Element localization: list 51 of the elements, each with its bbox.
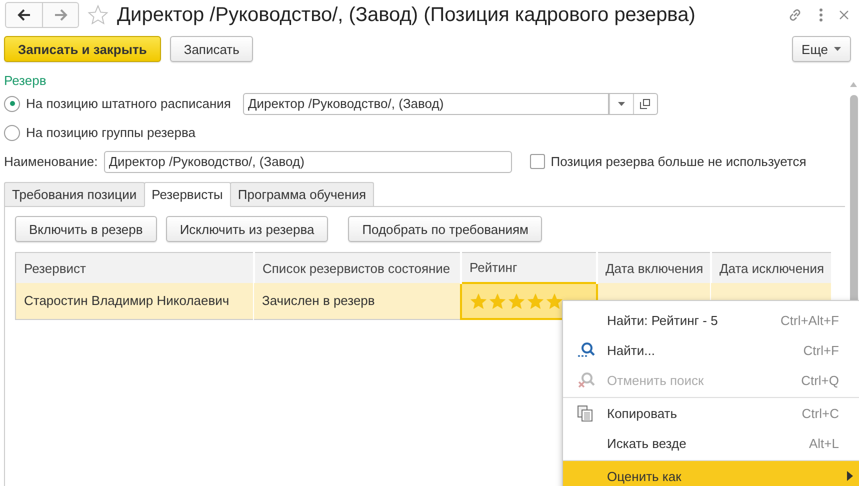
link-icon[interactable] <box>787 7 803 23</box>
search-icon <box>577 342 595 358</box>
panel-button[interactable]: Включить в резерв <box>15 216 157 242</box>
column-header[interactable]: Рейтинг <box>460 252 596 283</box>
dropdown-icon[interactable] <box>618 102 625 106</box>
position-field[interactable]: Директор /Руководство/, (Завод) <box>242 92 609 114</box>
panel-button[interactable]: Подобрать по требованиям <box>348 216 542 242</box>
cancel-search-icon <box>577 372 595 388</box>
radio-label[interactable]: На позицию штатного расписания <box>26 96 231 111</box>
tab[interactable]: Программа обучения <box>230 182 374 207</box>
menu-item[interactable]: Искать везде Alt+L <box>563 428 859 458</box>
star-icon <box>488 292 506 310</box>
tab[interactable]: Требования позиции <box>4 182 145 207</box>
more-button[interactable]: Еще <box>792 36 851 62</box>
scroll-up-icon[interactable] <box>850 82 857 87</box>
radio-button[interactable] <box>4 96 20 112</box>
column-header[interactable]: Список резервистов состояние <box>254 252 460 283</box>
checkbox[interactable] <box>530 154 545 169</box>
panel-button[interactable]: Исключить из резерва <box>166 216 328 242</box>
menu-item[interactable]: Оценить как <box>563 460 859 486</box>
window-title: Директор /Руководство/, (Завод) (Позиция кадрового резерва) <box>117 4 696 26</box>
back-arrow-icon <box>17 9 31 21</box>
radio-button[interactable] <box>4 124 20 140</box>
submenu-arrow-icon <box>847 471 853 481</box>
more-icon[interactable] <box>819 8 823 22</box>
column-header[interactable]: Резервист <box>16 252 254 283</box>
forward-arrow-icon <box>54 9 68 21</box>
star-icon <box>546 292 562 310</box>
table-cell: Зачислен в резерв <box>254 283 460 319</box>
caret-icon <box>834 47 841 51</box>
close-icon[interactable] <box>839 10 849 20</box>
menu-item[interactable]: Найти... Ctrl+F <box>563 335 859 365</box>
copy-icon <box>577 404 593 422</box>
column-header[interactable]: Дата включения <box>596 252 710 283</box>
star-icon[interactable] <box>87 4 109 26</box>
menu-item[interactable]: Копировать Ctrl+C <box>563 397 859 428</box>
name-field[interactable]: Директор /Руководство/, (Завод) <box>104 150 512 172</box>
column-header[interactable]: Дата исключения <box>710 252 832 283</box>
tab[interactable]: Резервисты <box>144 182 231 207</box>
save-button[interactable]: Записать <box>170 36 254 62</box>
menu-item[interactable]: Найти: Рейтинг - 5 Ctrl+Alt+F <box>563 305 859 335</box>
name-label: Наименование: <box>4 154 98 169</box>
checkbox-label[interactable]: Позиция резерва больше не используется <box>550 154 806 169</box>
section-title: Резерв <box>4 73 48 89</box>
star-icon <box>508 292 524 310</box>
table-cell: Старостин Владимир Николаевич <box>16 283 254 319</box>
radio-label[interactable]: На позицию группы резерва <box>26 125 196 140</box>
save-close-button[interactable]: Записать и закрыть <box>4 36 161 62</box>
star-icon <box>526 292 544 310</box>
open-icon[interactable] <box>640 98 650 108</box>
star-icon <box>470 292 486 310</box>
